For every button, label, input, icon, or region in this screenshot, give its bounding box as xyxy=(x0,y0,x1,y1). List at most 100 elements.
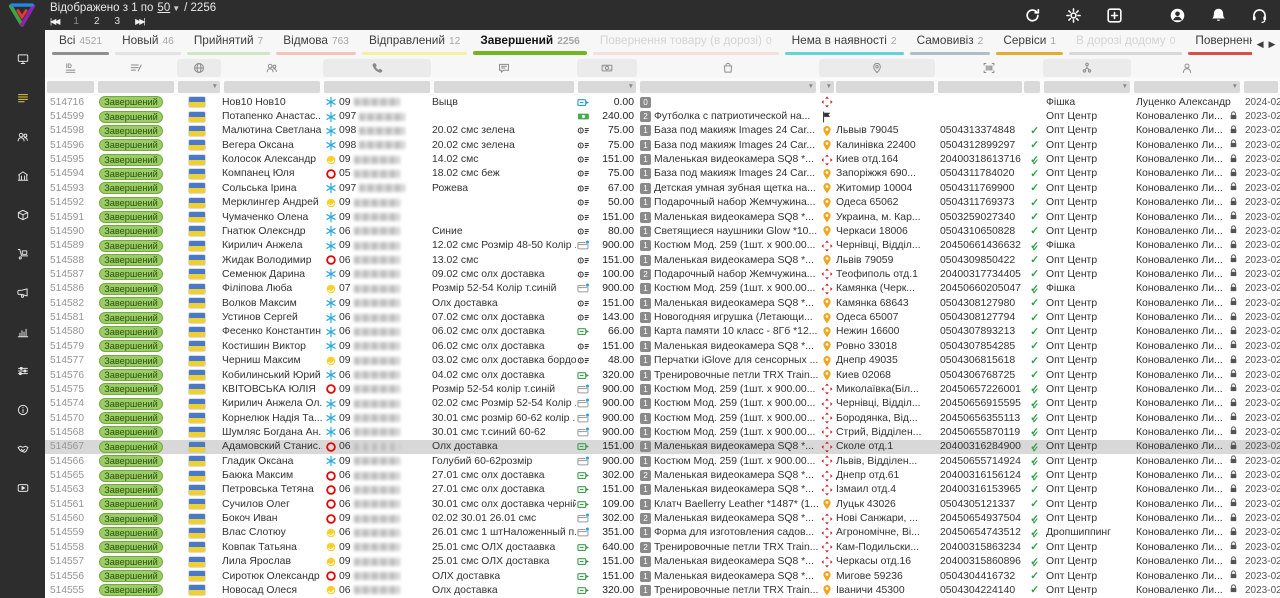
sidebar-item-info[interactable] xyxy=(0,391,45,429)
table-row[interactable]: 514576ЗавершенийКобилинський Юрий0604.02… xyxy=(45,368,1280,382)
filter-input-id[interactable] xyxy=(47,81,94,93)
column-header-id[interactable]: ID xyxy=(46,59,95,77)
table-row[interactable]: 514716ЗавершенийНов10 Нов1009Выцв0.000Фі… xyxy=(45,95,1280,109)
gear-icon[interactable] xyxy=(1065,7,1082,24)
tab-vidpravlenyi[interactable]: Відправлений12 xyxy=(360,30,469,58)
column-header-delivery[interactable] xyxy=(819,59,935,77)
filter-input-date[interactable] xyxy=(1244,81,1278,93)
column-header-ttn[interactable] xyxy=(937,59,1041,77)
table-row[interactable]: 514586ЗавершенийФіліпова Люба07Розмір 52… xyxy=(45,282,1280,296)
sidebar-item-partners[interactable] xyxy=(0,430,45,468)
table-row[interactable]: 514579ЗавершенийКостишин Виктор0906.02 с… xyxy=(45,339,1280,353)
table-row[interactable]: 514568ЗавершенийШумляс Богдана Ан...0630… xyxy=(45,425,1280,439)
sidebar-item-video[interactable] xyxy=(0,469,45,507)
column-header-phone[interactable] xyxy=(323,59,431,77)
tab-povernennia-tovaru-v-dorozi[interactable]: Повернення товару (в дорозі)0 xyxy=(591,30,781,58)
sidebar-item-marketing[interactable] xyxy=(0,274,45,312)
table-row[interactable]: 514555ЗавершенийНовосад Олеся06Олх доста… xyxy=(45,583,1280,597)
table-row[interactable]: 514581ЗавершенийУстинов Сергей0607.02 см… xyxy=(45,310,1280,324)
tab-zavershenyi[interactable]: Завершений2256 xyxy=(471,30,589,58)
sidebar-item-statistics[interactable] xyxy=(0,313,45,351)
last-page-button[interactable]: ▶▶| xyxy=(135,17,143,26)
table-row[interactable]: 514574ЗавершенийКирилич Анжела Ол...0902… xyxy=(45,397,1280,411)
filter-input-delivery[interactable]: ▼ xyxy=(820,81,834,93)
table-row[interactable]: 514559ЗавершенийВлас Слотюу0626.01 смс 1… xyxy=(45,526,1280,540)
filter-input-phone[interactable] xyxy=(324,81,430,93)
table-row[interactable]: 514558ЗавершенийКовпак Татьяна0925.01 см… xyxy=(45,540,1280,554)
column-header-status[interactable] xyxy=(97,59,175,77)
table-row[interactable]: 514566ЗавершенийГладик Оксана09Голубий 6… xyxy=(45,454,1280,468)
tab-servisy[interactable]: Сервіси1 xyxy=(994,30,1065,58)
sidebar-item-customers[interactable] xyxy=(0,118,45,156)
support-headset-icon[interactable] xyxy=(1251,7,1268,24)
table-row[interactable]: 514587ЗавершенийСеменюк Дарина0909.02 см… xyxy=(45,267,1280,281)
tab-nema-v-naiavnosti[interactable]: Нема в наявності2 xyxy=(783,30,906,58)
table-row[interactable]: 514594ЗавершенийКомпанец Юля0518.02 смс … xyxy=(45,167,1280,181)
table-row[interactable]: 514561ЗавершенийСучилов Олег0630.01 смс … xyxy=(45,497,1280,511)
sidebar-item-dashboard[interactable] xyxy=(0,40,45,78)
filter-input-manager[interactable]: ▼ xyxy=(1134,81,1240,93)
sidebar-item-warehouse[interactable] xyxy=(0,157,45,195)
table-row[interactable]: 514570ЗавершенийКорнелюк Надія Та...0930… xyxy=(45,411,1280,425)
tab-pryiniatyi[interactable]: Прийнятий7 xyxy=(185,30,272,58)
filter-input-products[interactable]: ▼ xyxy=(640,81,816,93)
sidebar-item-products[interactable] xyxy=(0,196,45,234)
page-button-1[interactable]: 1 xyxy=(73,16,79,27)
account-icon[interactable] xyxy=(1169,7,1186,24)
table-row[interactable]: 514567ЗавершенийАдамовский Станис...06Ол… xyxy=(45,440,1280,454)
table-row[interactable]: 514592ЗавершенийМерклингер Андрей0950.00… xyxy=(45,196,1280,210)
sidebar-item-supply[interactable] xyxy=(0,235,45,273)
table-row[interactable]: 514577ЗавершенийЧерниш Максим0903.02 смс… xyxy=(45,353,1280,367)
tab-povernennia-zavershenyi[interactable]: Повернення (завершений)125 xyxy=(1186,30,1252,58)
column-header-customer[interactable] xyxy=(223,59,321,77)
filter-input-delivery[interactable] xyxy=(836,81,934,93)
filter-input-source[interactable]: ▼ xyxy=(1044,81,1130,93)
tabs-scroll-left-icon[interactable]: ◀ xyxy=(1257,39,1264,50)
refresh-icon[interactable] xyxy=(1024,7,1041,24)
table-row[interactable]: 514596ЗавершенийВегера Оксана09820.02 см… xyxy=(45,138,1280,152)
page-button-3[interactable]: 3 xyxy=(115,16,121,27)
table-row[interactable]: 514590ЗавершенийГнатюк Олексндр06Синие80… xyxy=(45,224,1280,238)
table-row[interactable]: 514556ЗавершенийСиротюк Олександр09ОЛХ д… xyxy=(45,569,1280,583)
column-header-date[interactable] xyxy=(1243,59,1279,77)
tab-vidmova[interactable]: Відмова763 xyxy=(274,30,358,58)
tab-vsi[interactable]: Всі4521 xyxy=(50,30,111,58)
table-row[interactable]: 514557ЗавершенийЛила Ярослав0925.01 смс … xyxy=(45,555,1280,569)
page-size-select[interactable]: 50 xyxy=(157,2,170,14)
tab-v-dorozi-dodomu[interactable]: В дорозі додому0 xyxy=(1067,30,1184,58)
table-row[interactable]: 514598ЗавершенийМалютина Светлана09820.0… xyxy=(45,124,1280,138)
table-row[interactable]: 514593ЗавершенийСольська Ірина097Рожева6… xyxy=(45,181,1280,195)
bell-icon[interactable] xyxy=(1210,7,1227,24)
app-logo-icon[interactable] xyxy=(7,2,37,28)
column-header-source[interactable] xyxy=(1043,59,1131,77)
table-row[interactable]: 514560ЗавершенийБокоч Иван0902.02 30.01 … xyxy=(45,511,1280,525)
table-row[interactable]: 514589ЗавершенийКирилич Анжела0912.02 см… xyxy=(45,239,1280,253)
tab-novyi[interactable]: Новый46 xyxy=(113,30,183,58)
table-row[interactable]: 514563ЗавершенийПетровська Тетяна0627.01… xyxy=(45,483,1280,497)
column-header-country[interactable] xyxy=(177,59,221,77)
filter-input-payment[interactable]: ▼ xyxy=(578,81,636,93)
column-header-manager[interactable] xyxy=(1133,59,1241,77)
column-header-payment[interactable] xyxy=(577,59,637,77)
filter-input-status[interactable] xyxy=(98,81,174,93)
first-page-button[interactable]: |◀◀ xyxy=(50,17,58,26)
table-row[interactable]: 514595ЗавершенийКолосок Александр0914.02… xyxy=(45,152,1280,166)
filter-input-country[interactable]: ▼ xyxy=(178,81,220,93)
add-square-icon[interactable] xyxy=(1106,7,1123,24)
filter-input-ttn[interactable] xyxy=(938,81,1022,93)
column-header-comment[interactable] xyxy=(433,59,575,77)
filter-input-ttn[interactable] xyxy=(1024,81,1040,93)
filter-input-comment[interactable] xyxy=(434,81,574,93)
column-header-products[interactable] xyxy=(639,59,817,77)
sidebar-item-orders[interactable] xyxy=(0,79,45,117)
table-row[interactable]: 514588ЗавершенийЖидак Володимир0613.02 с… xyxy=(45,253,1280,267)
tab-samovyviz[interactable]: Самовивіз2 xyxy=(908,30,993,58)
tabs-scroll-right-icon[interactable]: ▶ xyxy=(1269,39,1276,50)
table-row[interactable]: 514580ЗавершенийФесенко Константин0606.0… xyxy=(45,325,1280,339)
table-row[interactable]: 514565ЗавершенийБаюка Максим0627.01 смс … xyxy=(45,468,1280,482)
table-row[interactable]: 514599ЗавершенийПотапенко Анастас...0972… xyxy=(45,109,1280,123)
page-button-2[interactable]: 2 xyxy=(94,16,100,27)
table-row[interactable]: 514591ЗавершенийЧумаченко Олена09151.001… xyxy=(45,210,1280,224)
sidebar-item-integrations[interactable] xyxy=(0,352,45,390)
filter-input-customer[interactable] xyxy=(224,81,320,93)
